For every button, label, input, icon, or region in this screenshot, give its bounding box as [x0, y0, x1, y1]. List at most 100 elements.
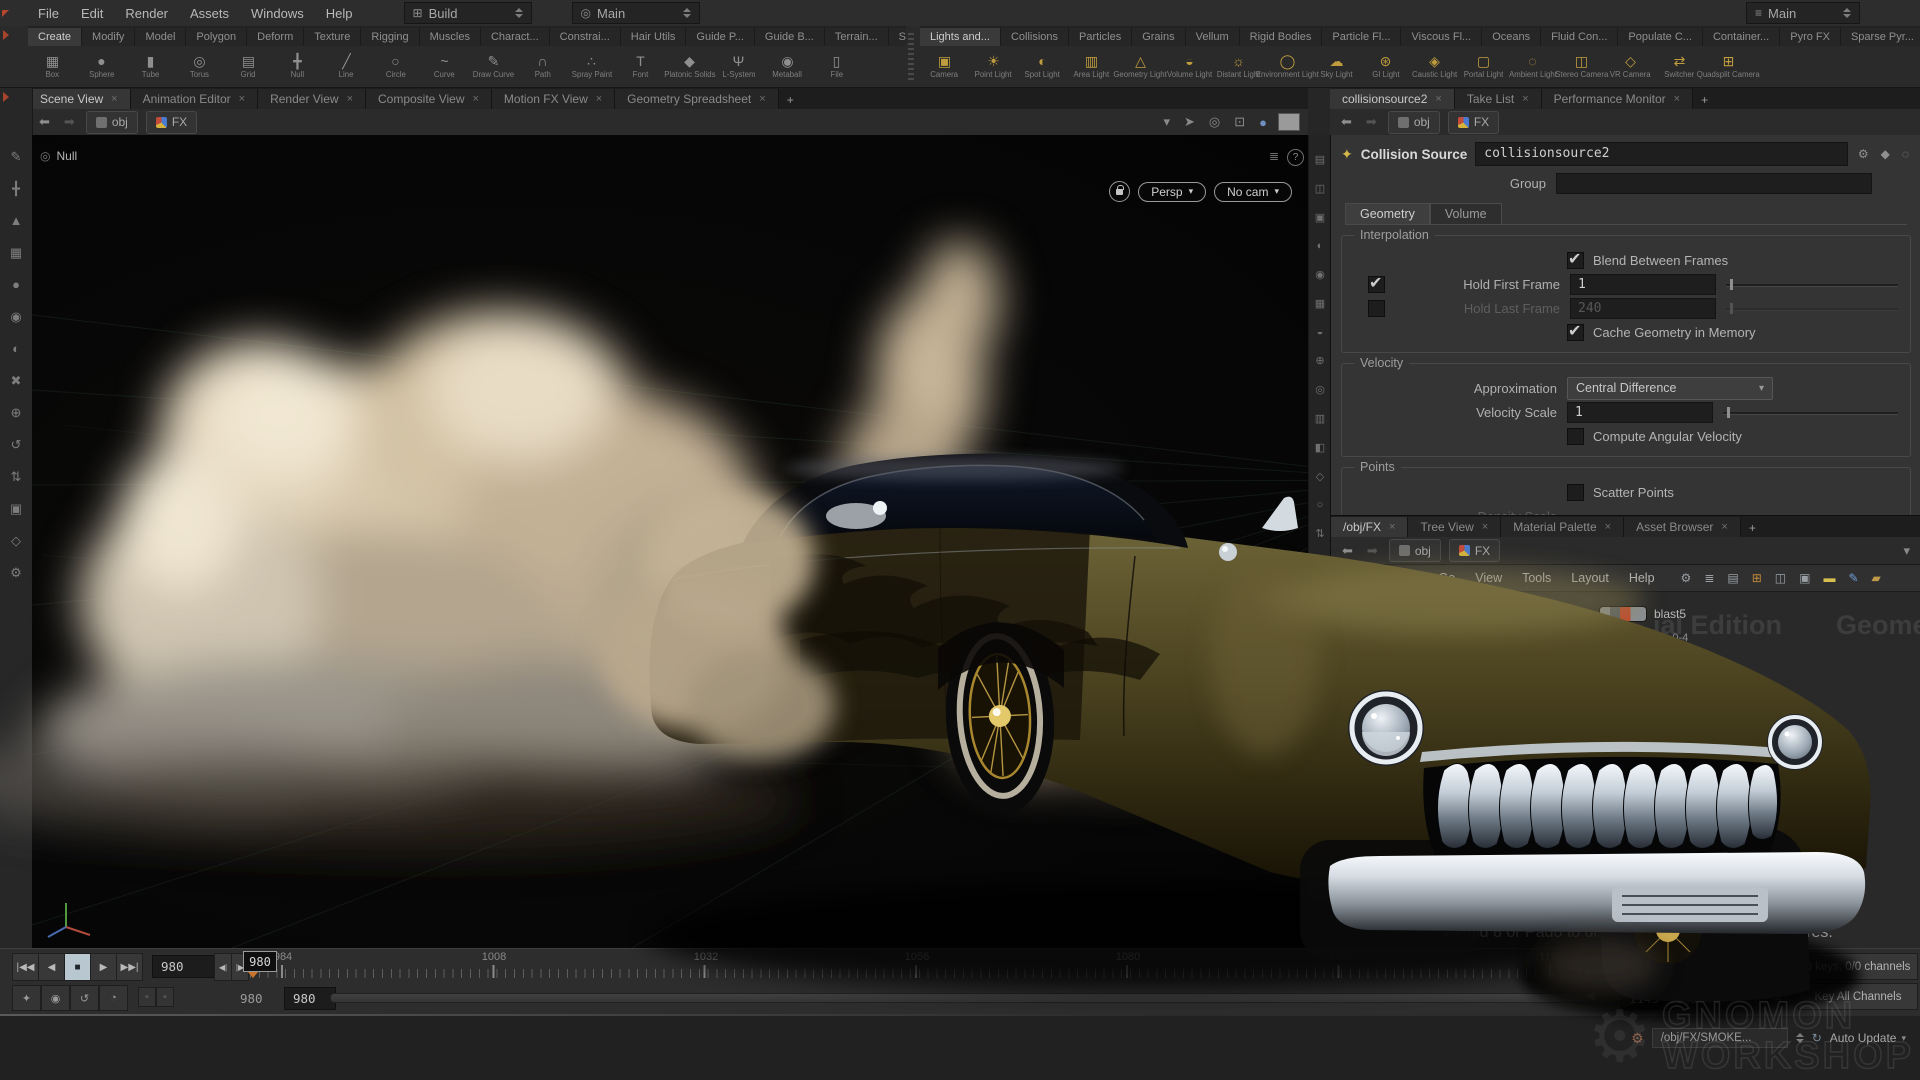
cook-path-stepper[interactable]: [1796, 1033, 1804, 1043]
close-tab-icon[interactable]: ×: [1522, 93, 1528, 105]
range-limit-button2[interactable]: ▪: [156, 987, 174, 1007]
shelf-tab[interactable]: Oceans: [1482, 28, 1541, 46]
blend-between-frames-checkbox[interactable]: [1567, 252, 1584, 269]
step-back-button[interactable]: ◀|: [214, 953, 232, 981]
viewport-tool-icon[interactable]: ⊕: [5, 404, 27, 422]
radial-menu-selector[interactable]: ≡ Main: [1746, 2, 1860, 24]
viewport-tool-icon[interactable]: ◉: [5, 308, 27, 326]
path-caret-icon[interactable]: ▾: [1160, 114, 1173, 130]
shelf-tool[interactable]: ⇄ Switcher: [1655, 46, 1704, 86]
shelf-tab[interactable]: Rigid Bodies: [1240, 28, 1323, 46]
cache-geometry-checkbox[interactable]: [1567, 324, 1584, 341]
network-toolbar-icon[interactable]: ≣: [1704, 571, 1714, 585]
approximation-dropdown[interactable]: Central Difference ▾: [1567, 377, 1773, 400]
audio-options-icon[interactable]: ◉: [41, 985, 70, 1011]
pane-tab[interactable]: Material Palette×: [1501, 517, 1624, 537]
shelf-tool[interactable]: ◈ Caustic Light: [1410, 46, 1459, 86]
add-pane-tab-button[interactable]: +: [779, 91, 802, 109]
shelf-tool[interactable]: ☁ Sky Light: [1312, 46, 1361, 86]
shelf-tab[interactable]: Rigging: [361, 28, 419, 46]
add-pane-tab-button[interactable]: +: [1693, 91, 1716, 109]
display-option-icon[interactable]: ◉: [1315, 268, 1325, 281]
shelf-tab[interactable]: Deform: [247, 28, 304, 46]
shelf-tool[interactable]: ▢ Portal Light: [1459, 46, 1508, 86]
back-arrow-icon[interactable]: ⬅: [1338, 114, 1355, 130]
network-toolbar-icon[interactable]: ▰: [1872, 571, 1881, 585]
recook-icon[interactable]: ↻: [1812, 1031, 1822, 1045]
display-option-icon[interactable]: ▣: [1315, 211, 1325, 224]
shelf-tool[interactable]: ◫ Stereo Camera: [1557, 46, 1606, 86]
channel-graph-icon[interactable]: ≈: [1774, 991, 1781, 1005]
shelf-tab[interactable]: Guide B...: [755, 28, 825, 46]
keys-status-button[interactable]: 0 keys, 0/0 channels: [1798, 953, 1918, 980]
close-tab-icon[interactable]: ×: [1674, 93, 1680, 105]
shelf-tab[interactable]: Modify: [82, 28, 135, 46]
viewport-tool-icon[interactable]: ↺: [5, 436, 27, 454]
hold-first-frame-field[interactable]: 1: [1570, 274, 1716, 295]
desktop-selector[interactable]: ⊞ Build: [404, 2, 532, 24]
shelf-tool[interactable]: ○ Circle: [371, 46, 420, 86]
add-pane-tab-button[interactable]: +: [1741, 519, 1764, 537]
pane-tab[interactable]: collisionsource2×: [1330, 89, 1455, 109]
hold-last-frame-enable[interactable]: [1368, 300, 1385, 317]
menu-item[interactable]: Assets: [179, 2, 240, 25]
aim-icon[interactable]: ◎: [1206, 114, 1223, 130]
shelf-tab[interactable]: Viscous Fl...: [1401, 28, 1482, 46]
display-option-icon[interactable]: ◫: [1315, 182, 1325, 195]
realtime-toggle-icon[interactable]: ◔: [99, 985, 128, 1011]
forward-arrow-icon[interactable]: ➡: [1364, 543, 1381, 559]
pane-tab[interactable]: Geometry Spreadsheet×: [615, 89, 779, 109]
shelf-tool[interactable]: ▤ Grid: [224, 46, 273, 86]
menu-item[interactable]: Help: [315, 2, 364, 25]
shelf-tool[interactable]: ╋ Null: [273, 46, 322, 86]
node-blast3[interactable]: st3: [1411, 602, 1427, 616]
range-end-field[interactable]: 1145: [1620, 987, 1674, 1010]
shelf-tab[interactable]: Model: [135, 28, 186, 46]
stop-button[interactable]: ■: [64, 953, 91, 981]
gear-icon[interactable]: ⚙: [1856, 147, 1871, 161]
node-body[interactable]: [1355, 898, 1403, 914]
close-tab-icon[interactable]: ×: [596, 93, 602, 105]
group-field[interactable]: [1556, 173, 1872, 194]
play-button[interactable]: ▶: [90, 953, 117, 981]
shelf-tool[interactable]: ◐ Spot Light: [1018, 46, 1067, 86]
viewport-tool-icon[interactable]: ✖: [5, 372, 27, 390]
shelf-tool[interactable]: ◯ Environment Light: [1263, 46, 1312, 86]
network-toolbar-icon[interactable]: ◫: [1775, 571, 1786, 585]
box-display-icon[interactable]: ⊡: [1231, 114, 1248, 130]
menu-item[interactable]: Edit: [70, 2, 114, 25]
take-stepper[interactable]: [683, 8, 691, 18]
velocity-scale-field[interactable]: 1: [1567, 402, 1713, 423]
shelf-tab[interactable]: Texture: [304, 28, 361, 46]
auto-key-icon[interactable]: ↻: [1774, 957, 1784, 971]
range-limit-button[interactable]: ▪: [138, 987, 156, 1007]
viewport-tool-icon[interactable]: ◇: [5, 532, 27, 550]
node-name-field[interactable]: collisionsource2: [1475, 142, 1848, 166]
hold-last-frame-field[interactable]: 240: [1570, 298, 1716, 319]
shelf-tool[interactable]: ⊛ GI Light: [1361, 46, 1410, 86]
shelf-tab[interactable]: Terrain...: [825, 28, 889, 46]
network-menu-item[interactable]: Layout: [1561, 568, 1619, 588]
network-menu-item[interactable]: Edit: [1387, 568, 1429, 588]
jump-end-button[interactable]: ▶▶|: [116, 953, 143, 981]
forward-arrow-icon[interactable]: ➡: [1363, 114, 1380, 130]
pane-tab[interactable]: Asset Browser×: [1624, 517, 1741, 537]
main-take-selector[interactable]: ◎ Main: [572, 2, 700, 24]
network-menu-item[interactable]: View: [1465, 568, 1512, 588]
viewport-tool-icon[interactable]: ╋: [5, 180, 27, 198]
close-tab-icon[interactable]: ×: [239, 93, 245, 105]
network-toolbar-icon[interactable]: ▤: [1727, 571, 1738, 585]
node-blast5[interactable]: blast5: [1599, 606, 1686, 622]
viewport-tool-icon[interactable]: ●: [5, 276, 27, 294]
hold-last-frame-slider[interactable]: [1726, 301, 1898, 315]
help-icon[interactable]: ?: [1287, 149, 1304, 166]
path-chip-obj[interactable]: obj: [1389, 539, 1441, 562]
menu-item[interactable]: File: [27, 2, 70, 25]
path-chip-fx[interactable]: FX: [1448, 111, 1499, 134]
shelf-tab[interactable]: Particles: [1069, 28, 1132, 46]
scene-viewport[interactable]: ◎ Null ≣ ? Persp▾ No cam▾: [32, 135, 1308, 948]
current-frame-field[interactable]: 980: [152, 955, 218, 978]
path-chip-fx[interactable]: FX: [146, 111, 197, 134]
pane-tab[interactable]: Animation Editor×: [131, 89, 258, 109]
shelf-tool[interactable]: △ Geometry Light: [1116, 46, 1165, 86]
